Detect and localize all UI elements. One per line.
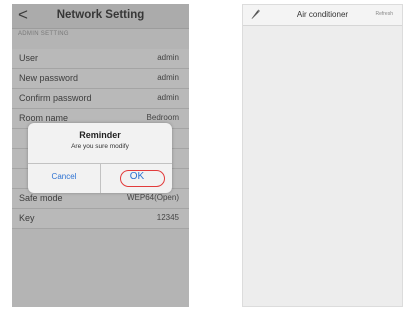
dialog-title: Reminder: [79, 130, 121, 140]
air-conditioner-screen: Air conditioner Refresh: [242, 4, 403, 307]
ok-highlight-ring: [120, 170, 165, 187]
refresh-button[interactable]: Refresh: [375, 11, 393, 17]
dialog-message: Are you sure modify: [71, 143, 129, 150]
network-setting-screen: < Network Setting ADMIN SETTING User adm…: [12, 4, 189, 307]
nav-bar: Air conditioner Refresh: [243, 5, 402, 26]
cancel-button[interactable]: Cancel: [28, 164, 100, 193]
reminder-dialog: Reminder Are you sure modify Cancel OK: [28, 123, 172, 193]
